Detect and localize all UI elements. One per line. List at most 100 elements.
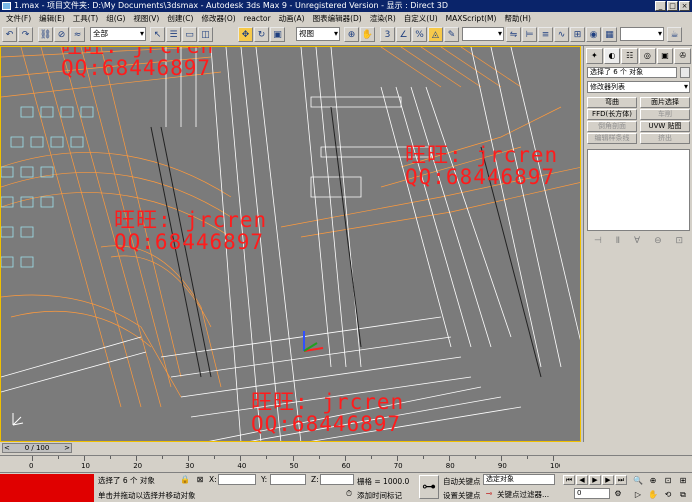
rect-selection-icon[interactable]: ▭ <box>182 27 197 42</box>
display-tab-icon[interactable]: ▣ <box>656 48 674 64</box>
minimize-button[interactable]: _ <box>655 1 666 11</box>
menu-reactor[interactable]: reactor <box>240 14 275 23</box>
menu-file[interactable]: 文件(F) <box>2 13 35 24</box>
select-by-name-icon[interactable]: ☰ <box>166 27 181 42</box>
material-editor-icon[interactable]: ◉ <box>586 27 601 42</box>
time-prev-icon[interactable]: < <box>4 444 10 452</box>
modifier-stack[interactable] <box>587 149 690 231</box>
schematic-view-icon[interactable]: ⊞ <box>570 27 585 42</box>
close-button[interactable]: × <box>679 1 690 11</box>
reference-coord-dropdown[interactable]: 视图 <box>296 27 340 41</box>
time-slider[interactable]: < 0 / 100 > <box>2 443 72 453</box>
create-tab-icon[interactable]: ✦ <box>586 48 603 64</box>
goto-end-icon[interactable]: ⏭ <box>615 475 627 485</box>
modifier-button-bend[interactable]: 弯曲 <box>587 97 637 108</box>
goto-start-icon[interactable]: ⏮ <box>563 475 575 485</box>
next-frame-icon[interactable]: ▶ <box>602 475 614 485</box>
menu-edit[interactable]: 编辑(E) <box>35 13 69 24</box>
modifier-button-patch-select[interactable]: 面片选择 <box>640 97 690 108</box>
render-setup-icon[interactable]: ▦ <box>602 27 617 42</box>
menu-create[interactable]: 创建(C) <box>163 13 197 24</box>
menu-help[interactable]: 帮助(H) <box>500 13 535 24</box>
track-bar[interactable]: 0 10 20 30 40 50 60 70 80 90 100 <box>0 455 563 472</box>
mirror-icon[interactable]: ⇋ <box>506 27 521 42</box>
pivot-center-icon[interactable]: ⊕ <box>344 27 359 42</box>
play-icon[interactable]: ▶ <box>589 475 601 485</box>
show-end-result-icon[interactable]: Ⅱ <box>616 236 620 246</box>
menu-tools[interactable]: 工具(T) <box>69 13 102 24</box>
select-and-scale-icon[interactable]: ▣ <box>270 27 285 42</box>
remove-modifier-icon[interactable]: ⊖ <box>654 236 662 246</box>
select-and-move-icon[interactable]: ✥ <box>238 27 253 42</box>
object-color-swatch[interactable] <box>680 67 690 78</box>
modifier-button-uvw-map[interactable]: UVW 贴图 <box>640 121 690 132</box>
manipulate-icon[interactable]: ✋ <box>360 27 375 42</box>
absolute-mode-icon[interactable]: ⊠ <box>195 475 205 485</box>
hierarchy-tab-icon[interactable]: ☷ <box>621 48 639 64</box>
angle-snap-icon[interactable]: ∠ <box>396 27 411 42</box>
arc-rotate-icon[interactable]: ⟲ <box>663 490 673 500</box>
y-coordinate-field[interactable] <box>270 474 306 485</box>
object-name-field[interactable]: 选择了 6 个 对象 <box>587 67 677 78</box>
menu-maxscript[interactable]: MAXScript(M) <box>442 14 501 23</box>
modify-tab-icon[interactable]: ◐ <box>603 48 621 64</box>
time-next-icon[interactable]: > <box>64 444 70 452</box>
current-frame-field[interactable]: 0 <box>574 488 610 499</box>
zoom-all-icon[interactable]: ⊕ <box>648 476 658 486</box>
x-coordinate-field[interactable] <box>218 474 256 485</box>
menu-group[interactable]: 组(G) <box>102 13 129 24</box>
align-icon[interactable]: ⊨ <box>522 27 537 42</box>
quick-render-icon[interactable]: ☕ <box>667 27 682 42</box>
named-selection-dropdown[interactable] <box>462 27 504 41</box>
time-tag-icon[interactable]: ⏱ <box>344 489 354 499</box>
pin-stack-icon[interactable]: ⊣ <box>594 236 602 246</box>
time-config-icon[interactable]: ⚙ <box>613 489 623 499</box>
pan-icon[interactable]: ✋ <box>648 490 658 500</box>
key-mode-dropdown[interactable]: 选定对象 <box>483 474 555 485</box>
menu-graph-editors[interactable]: 图表编辑器(D) <box>309 13 366 24</box>
zoom-extents-all-icon[interactable]: ⊞ <box>678 476 688 486</box>
selection-filter-dropdown[interactable]: 全部 <box>90 27 146 41</box>
bind-space-warp-icon[interactable]: ≈ <box>70 27 85 42</box>
layer-manager-icon[interactable]: ≡ <box>538 27 553 42</box>
percent-snap-icon[interactable]: % <box>412 27 427 42</box>
modifier-button-ffd-box[interactable]: FFD(长方体) <box>587 109 637 120</box>
modifier-button-lathe[interactable]: 车削 <box>640 109 690 120</box>
configure-sets-icon[interactable]: ⊡ <box>676 236 684 246</box>
window-crossing-icon[interactable]: ◫ <box>198 27 213 42</box>
menu-modifiers[interactable]: 修改器(O) <box>197 13 239 24</box>
zoom-icon[interactable]: 🔍 <box>633 476 643 486</box>
modifier-button-edit-spline[interactable]: 编辑样条线 <box>587 133 637 144</box>
lock-selection-icon[interactable]: 🔒 <box>180 475 190 485</box>
menu-customize[interactable]: 自定义(U) <box>400 13 442 24</box>
snap-toggle-icon[interactable]: 3 <box>380 27 395 42</box>
select-and-rotate-icon[interactable]: ↻ <box>254 27 269 42</box>
maximize-viewport-icon[interactable]: ⧉ <box>678 490 688 500</box>
menu-rendering[interactable]: 渲染(R) <box>366 13 400 24</box>
make-unique-icon[interactable]: ∀ <box>634 236 640 246</box>
motion-tab-icon[interactable]: ◎ <box>639 48 656 64</box>
z-coordinate-field[interactable] <box>320 474 354 485</box>
add-time-tag-button[interactable]: 添加时间标记 <box>357 490 402 501</box>
set-key-icon[interactable]: ⊶ <box>419 475 439 499</box>
modifier-button-bevel-profile[interactable]: 倒角剖面 <box>587 121 637 132</box>
key-filters-button[interactable]: 关键点过滤器... <box>497 489 549 500</box>
select-object-icon[interactable]: ↖ <box>150 27 165 42</box>
prev-frame-icon[interactable]: ◀ <box>576 475 588 485</box>
modifier-list-dropdown[interactable]: 修改器列表 <box>587 81 690 93</box>
set-key-button[interactable]: 设置关键点 <box>443 490 481 501</box>
auto-key-button[interactable]: 自动关键点 <box>443 476 481 487</box>
edit-named-selection-icon[interactable]: ✎ <box>444 27 459 42</box>
modifier-button-extrude[interactable]: 挤出 <box>640 133 690 144</box>
render-type-dropdown[interactable] <box>620 27 664 41</box>
perspective-viewport[interactable]: 旺旺: jrcren QQ:68446897 旺旺: jrcren QQ:684… <box>0 46 581 442</box>
maxscript-listener-mini[interactable] <box>0 474 94 502</box>
zoom-extents-icon[interactable]: ⊡ <box>663 476 673 486</box>
maximize-button[interactable]: □ <box>667 1 678 11</box>
spinner-snap-icon[interactable]: ◬ <box>428 27 443 42</box>
undo-icon[interactable]: ↶ <box>2 27 17 42</box>
redo-icon[interactable]: ↷ <box>18 27 33 42</box>
menu-animation[interactable]: 动画(A) <box>275 13 309 24</box>
field-of-view-icon[interactable]: ▷ <box>633 490 643 500</box>
utilities-tab-icon[interactable]: ✇ <box>674 48 692 64</box>
